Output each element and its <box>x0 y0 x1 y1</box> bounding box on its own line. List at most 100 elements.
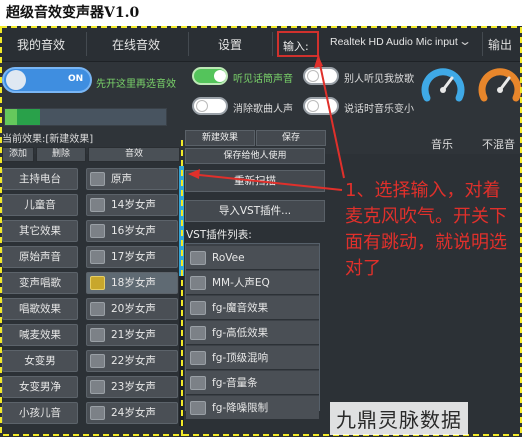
plugin-icon <box>190 376 206 390</box>
voice-button[interactable]: 20岁女声 <box>86 298 178 320</box>
voice-button[interactable]: 23岁女声 <box>86 376 178 398</box>
voice-icon <box>90 250 105 264</box>
vst-plugin-list: RoVee MM-人声EQ fg-魔音效果 fg-高低效果 fg-顶级混响 fg-音量条 f… <box>185 243 320 420</box>
music-gauge-icon[interactable] <box>420 64 466 110</box>
chevron-down-icon[interactable]: ⌄ <box>458 34 472 48</box>
toggle-remove-vocals[interactable] <box>192 97 228 115</box>
toggle-hear-mic-label: 听见话筒声音 <box>233 74 293 85</box>
top-nav: 我的音效 在线音效 设置 输入: Realtek HD Audio Mic in… <box>0 26 522 62</box>
category-button[interactable]: 主持电台 <box>2 168 78 190</box>
vst-item-label: fg-顶级混响 <box>212 352 269 364</box>
category-button[interactable]: 原始声音 <box>2 246 78 268</box>
tab-my-effects[interactable]: 我的音效 <box>17 36 65 53</box>
category-button[interactable]: 其它效果 <box>2 220 78 242</box>
toggle-hear-mic[interactable] <box>192 67 228 85</box>
category-button[interactable]: 小孩儿音 <box>2 402 78 424</box>
voice-icon <box>90 276 105 290</box>
tab-divider <box>272 32 273 56</box>
tab-online-effects[interactable]: 在线音效 <box>112 36 160 53</box>
category-button[interactable]: 唱歌效果 <box>2 298 78 320</box>
voice-button[interactable]: 14岁女声 <box>86 194 178 216</box>
input-label: 输入: <box>277 31 319 57</box>
new-effect-button[interactable]: 新建效果 <box>185 130 255 146</box>
category-button[interactable]: 女变男净 <box>2 376 78 398</box>
voice-label: 原声 <box>111 173 132 185</box>
meter-fill-peak <box>5 109 18 125</box>
vst-item[interactable]: fg-顶级混响 <box>186 346 319 370</box>
vst-item[interactable]: fg-降噪限制 <box>186 396 319 420</box>
input-device-select[interactable]: Realtek HD Audio Mic input <box>330 36 458 48</box>
voice-icon <box>90 354 105 368</box>
category-button[interactable]: 女变男 <box>2 350 78 372</box>
plugin-icon <box>190 301 206 315</box>
voice-button[interactable]: 17岁女声 <box>86 246 178 268</box>
voice-label: 17岁女声 <box>111 251 156 263</box>
plugin-icon <box>190 401 206 415</box>
mix-gauge-label: 不混音 <box>482 138 515 151</box>
title-bar: 超级音效变声器V1.0 <box>0 0 522 26</box>
voice-button[interactable]: 24岁女声 <box>86 402 178 424</box>
category-button[interactable]: 儿童音 <box>2 194 78 216</box>
vst-item[interactable]: MM-人声EQ <box>186 271 319 295</box>
vst-item[interactable]: RoVee <box>186 246 319 270</box>
save-button[interactable]: 保存 <box>256 130 326 146</box>
master-toggle[interactable]: ON <box>2 67 92 93</box>
vst-list-label: VST插件列表: <box>186 229 252 241</box>
input-level-meter <box>4 108 167 126</box>
tab-divider <box>188 32 189 56</box>
voice-icon <box>90 302 105 316</box>
voice-label: 20岁女声 <box>111 303 156 315</box>
master-hint: 先开这里再选音效 <box>96 79 176 90</box>
tab-divider <box>482 32 483 56</box>
effects-button[interactable]: 音效 <box>88 147 180 162</box>
vst-item-label: fg-音量条 <box>212 377 258 389</box>
watermark: 九鼎灵脉数据 <box>330 402 468 435</box>
toggle-others-hear-music[interactable] <box>303 67 339 85</box>
voice-button[interactable]: 18岁女声 <box>86 272 178 294</box>
voice-button[interactable]: 16岁女声 <box>86 220 178 242</box>
voice-label: 18岁女声 <box>111 277 156 289</box>
voice-label: 22岁女声 <box>111 355 156 367</box>
instruction-annotation: 1、选择输入，对着麦克风吹气。开关下面有跳动，就说明选对了 <box>345 180 507 279</box>
master-toggle-label: ON <box>68 74 84 84</box>
plugin-icon <box>190 251 206 265</box>
voice-icon <box>90 380 105 394</box>
vst-item[interactable]: fg-音量条 <box>186 371 319 395</box>
vst-item[interactable]: fg-高低效果 <box>186 321 319 345</box>
plugin-icon <box>190 351 206 365</box>
voice-icon <box>90 198 105 212</box>
vst-item-label: MM-人声EQ <box>212 277 270 289</box>
window-title: 超级音效变声器V1.0 <box>6 5 140 21</box>
voice-icon <box>90 328 105 342</box>
import-vst-button[interactable]: 导入VST插件... <box>185 200 325 222</box>
music-gauge-label: 音乐 <box>431 138 453 151</box>
category-button[interactable]: 喊麦效果 <box>2 324 78 346</box>
toggle-others-hear-music-label: 别人听见我放歌 <box>344 74 414 85</box>
voice-button[interactable]: 21岁女声 <box>86 324 178 346</box>
toggle-remove-vocals-label: 消除歌曲人声 <box>233 104 293 115</box>
vst-item[interactable]: fg-魔音效果 <box>186 296 319 320</box>
voice-label: 16岁女声 <box>111 225 156 237</box>
vst-item-label: RoVee <box>212 252 245 264</box>
tab-settings[interactable]: 设置 <box>218 36 242 53</box>
voice-label: 23岁女声 <box>111 381 156 393</box>
voice-list-scrollbar[interactable] <box>179 166 184 426</box>
category-button[interactable]: 变声唱歌 <box>2 272 78 294</box>
toggle-knob <box>6 70 26 90</box>
vst-item-label: fg-魔音效果 <box>212 302 269 314</box>
voice-button[interactable]: 原声 <box>86 168 178 190</box>
save-for-others-button[interactable]: 保存给他人使用 <box>185 148 325 164</box>
app-window: 我的音效 在线音效 设置 输入: Realtek HD Audio Mic in… <box>0 26 522 437</box>
toggle-duck-music[interactable] <box>303 97 339 115</box>
vst-item-label: fg-降噪限制 <box>212 402 269 414</box>
voice-label: 14岁女声 <box>111 199 156 211</box>
voice-icon <box>90 172 105 186</box>
rescan-button[interactable]: 重新扫描 <box>185 170 325 192</box>
add-button[interactable]: 添加 <box>2 147 34 162</box>
voice-button[interactable]: 22岁女声 <box>86 350 178 372</box>
delete-button[interactable]: 删除 <box>36 147 86 162</box>
voice-icon <box>90 224 105 238</box>
mix-gauge-icon[interactable] <box>477 64 522 110</box>
voice-label: 21岁女声 <box>111 329 156 341</box>
plugin-icon <box>190 326 206 340</box>
